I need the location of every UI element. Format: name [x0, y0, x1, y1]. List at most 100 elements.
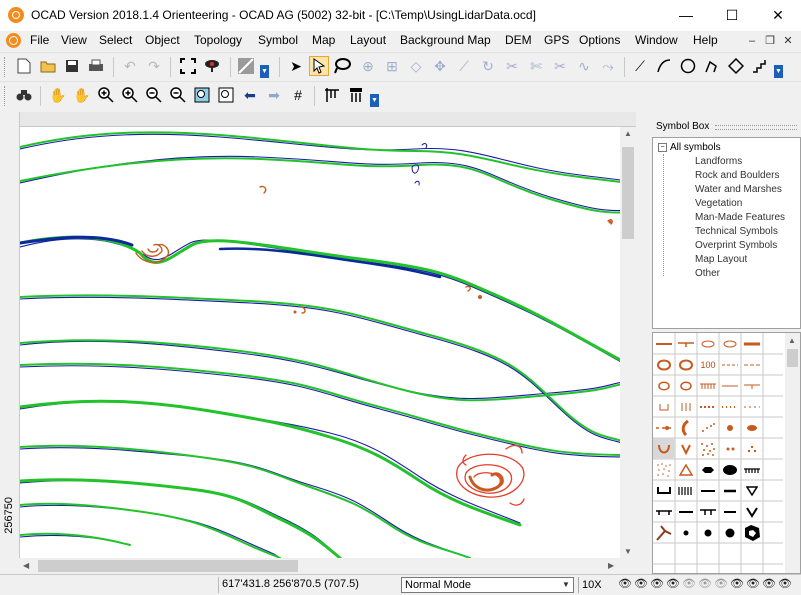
scroll-up-arrow[interactable]: ▲	[624, 129, 632, 138]
curve-icon[interactable]	[654, 56, 674, 76]
view-template-eye-icon[interactable]: 👁	[698, 578, 712, 590]
symbol-ridge[interactable]	[675, 459, 697, 480]
symbol-impassable-cliff[interactable]	[653, 480, 675, 501]
fullscreen-icon[interactable]	[178, 56, 198, 76]
symbol-rock-pillar[interactable]	[697, 459, 719, 480]
scroll-left-arrow[interactable]: ◀	[23, 561, 29, 570]
symbol-earth-wall-oval[interactable]	[675, 375, 697, 396]
hand-icon[interactable]: ✋	[48, 85, 68, 105]
symbol-elongated-knoll-point[interactable]	[741, 417, 763, 438]
rotate-icon[interactable]: ↻	[478, 56, 498, 76]
scroll-down-arrow[interactable]: ▼	[624, 547, 632, 556]
symbol-dotted-line[interactable]	[719, 396, 741, 417]
join-icon[interactable]: ⤳	[598, 56, 618, 76]
symbol-small-boulder-line[interactable]	[719, 501, 741, 522]
rectangle-icon[interactable]	[726, 56, 746, 76]
view-course-eye-icon[interactable]: 👁	[762, 578, 776, 590]
symbol-scroll-thumb[interactable]	[787, 349, 798, 367]
tree-item-technical-symbols[interactable]: Technical Symbols	[695, 226, 778, 237]
template-icon[interactable]	[346, 85, 366, 105]
binoculars-icon[interactable]	[14, 85, 34, 105]
symbol-broken-ground-area[interactable]	[697, 438, 719, 459]
hand-drag-icon[interactable]: ✋	[72, 85, 92, 105]
symbol-rocky-step[interactable]	[675, 501, 697, 522]
symbol-boulder[interactable]	[697, 522, 719, 543]
symbol-stony-strip[interactable]	[653, 501, 675, 522]
menu-map[interactable]: Map	[312, 33, 335, 47]
symbol-rocky-pit[interactable]	[675, 480, 697, 501]
symbol-knoll-outline[interactable]	[675, 354, 697, 375]
menu-file[interactable]: File	[30, 33, 49, 47]
symbol-knoll-point[interactable]	[653, 417, 675, 438]
vertical-scroll-thumb[interactable]	[622, 147, 634, 239]
symbol-ruined-wall[interactable]	[741, 375, 763, 396]
map-canvas[interactable]	[20, 127, 620, 558]
mdi-restore-button[interactable]: ❐	[762, 33, 778, 49]
symbol-fallen-tree[interactable]	[653, 522, 675, 543]
tree-item-map-layout[interactable]: Map Layout	[695, 254, 747, 265]
mode-select[interactable]: Normal Mode ▼	[401, 577, 574, 593]
tree-item-vegetation[interactable]: Vegetation	[695, 198, 742, 209]
symbol-large-boulder-point[interactable]	[719, 522, 741, 543]
back-icon[interactable]: ⬅	[240, 85, 260, 105]
symbol-small-gully-dots[interactable]	[697, 396, 719, 417]
menu-options[interactable]: Options	[579, 33, 620, 47]
grid-icon[interactable]: #	[288, 85, 308, 105]
straight-line-icon[interactable]: ⟋	[630, 56, 650, 76]
symbol-dash-dot-line[interactable]	[741, 396, 763, 417]
symbol-passable-rock[interactable]	[697, 501, 719, 522]
symbol-contour[interactable]	[653, 333, 675, 354]
edit-object-icon[interactable]	[309, 56, 329, 76]
panel-grip[interactable]	[715, 125, 797, 130]
menu-background-map[interactable]: Background Map	[400, 33, 491, 47]
maximize-button[interactable]: ☐	[709, 0, 755, 31]
tree-item-other[interactable]: Other	[695, 268, 720, 279]
map-vertical-scrollbar[interactable]: ▲ ▼	[620, 127, 636, 558]
freehand-icon[interactable]	[702, 56, 722, 76]
minimize-button[interactable]: —	[663, 0, 709, 31]
tree-item-rock-and-boulders[interactable]: Rock and Boulders	[695, 170, 780, 181]
redo-icon[interactable]: ↷	[144, 56, 164, 76]
symbol-thick-line[interactable]	[741, 333, 763, 354]
cut-area-icon[interactable]: ✄	[526, 56, 546, 76]
tree-item-landforms[interactable]: Landforms	[695, 156, 742, 167]
hatch-dropdown-button[interactable]: ▼	[260, 65, 269, 78]
symbol-earth-wall-round[interactable]	[653, 375, 675, 396]
symbol-earth-bank[interactable]	[697, 375, 719, 396]
view-hidden-eye-icon[interactable]: 👁	[682, 578, 696, 590]
preview-icon[interactable]	[202, 56, 222, 76]
stair-icon[interactable]	[750, 56, 770, 76]
zoom-extent-icon[interactable]	[192, 85, 212, 105]
symbol-rock-step[interactable]	[697, 480, 719, 501]
symbol-small-knoll[interactable]	[719, 417, 741, 438]
circle-icon[interactable]	[678, 56, 698, 76]
node-remove-icon[interactable]: ⊞	[382, 56, 402, 76]
symbol-broken-ground-line[interactable]	[697, 417, 719, 438]
symbol-contour-value[interactable]: 100	[697, 354, 719, 375]
menu-symbol[interactable]: Symbol	[258, 33, 298, 47]
menu-object[interactable]: Object	[145, 33, 180, 47]
menu-select[interactable]: Select	[99, 33, 132, 47]
draw-dropdown-button[interactable]: ▼	[774, 65, 783, 78]
symbol-index-contour[interactable]	[675, 333, 697, 354]
move-icon[interactable]: ✥	[430, 56, 450, 76]
document-menu-icon[interactable]	[6, 33, 21, 48]
view-draft-eye-icon[interactable]: 👁	[634, 578, 648, 590]
zoom-out-box-icon[interactable]	[168, 85, 188, 105]
view-normal-eye-icon[interactable]: 👁	[618, 578, 632, 590]
menu-topology[interactable]: Topology	[194, 33, 242, 47]
node-corner-icon[interactable]: ◇	[406, 56, 426, 76]
zoom-window-icon[interactable]	[216, 85, 236, 105]
symbol-special-feature-dots[interactable]	[741, 438, 763, 459]
collapse-toggle[interactable]: −	[658, 142, 667, 152]
symbol-depression-outline[interactable]	[653, 354, 675, 375]
symbol-large-boulder[interactable]	[719, 459, 741, 480]
mdi-minimize-button[interactable]: –	[744, 33, 760, 49]
symbol-stony-ground[interactable]	[653, 459, 675, 480]
forward-icon[interactable]: ➡	[264, 85, 284, 105]
symbol-cliff[interactable]	[741, 459, 763, 480]
node-add-icon[interactable]: ⊕	[358, 56, 378, 76]
symbol-small-boulder[interactable]	[675, 522, 697, 543]
symbol-gigantic-boulder[interactable]	[741, 522, 763, 543]
menu-layout[interactable]: Layout	[350, 33, 386, 47]
